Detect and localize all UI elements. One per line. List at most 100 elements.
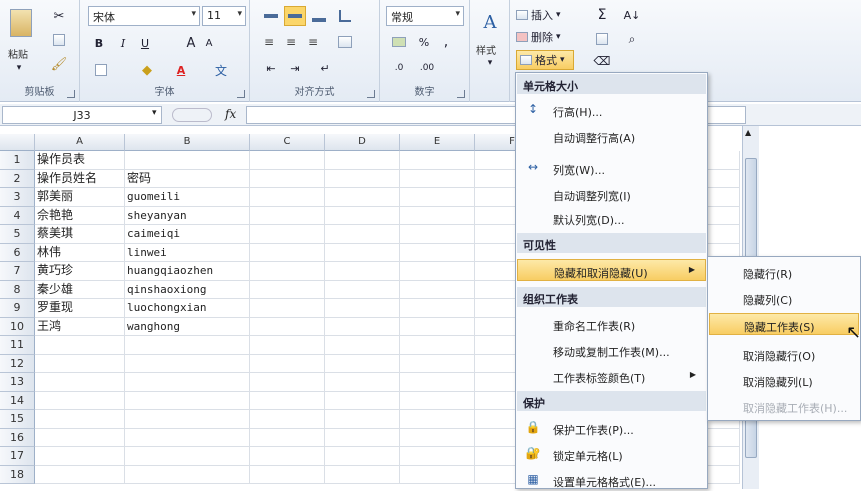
row-header[interactable]: 2 bbox=[0, 169, 35, 188]
menu-item-row-height[interactable]: ↕ 行高(H)... bbox=[517, 99, 706, 121]
cell[interactable] bbox=[400, 169, 475, 188]
increase-decimal-icon[interactable]: .0 bbox=[388, 60, 410, 76]
submenu-item-hide-cols[interactable]: 隐藏列(C) bbox=[709, 287, 859, 309]
format-button[interactable]: 格式 ▾ bbox=[516, 50, 574, 70]
decrease-indent-icon[interactable]: ⇤ bbox=[260, 60, 282, 76]
cell[interactable] bbox=[325, 317, 400, 336]
cell[interactable] bbox=[400, 243, 475, 262]
cell[interactable]: 罗重现 bbox=[35, 299, 125, 318]
align-right-icon[interactable]: ≡ bbox=[304, 34, 322, 50]
select-all-corner[interactable] bbox=[0, 134, 35, 151]
row-header[interactable]: 1 bbox=[0, 151, 35, 170]
phonetic-icon[interactable]: 文 bbox=[212, 62, 230, 78]
cell[interactable] bbox=[35, 447, 125, 466]
decrease-decimal-icon[interactable]: .00 bbox=[416, 60, 438, 76]
cell[interactable] bbox=[400, 373, 475, 392]
format-painter-icon[interactable]: 🖌 bbox=[50, 56, 68, 72]
align-top-icon[interactable] bbox=[262, 8, 280, 24]
cell[interactable] bbox=[325, 354, 400, 373]
cell[interactable]: 黄巧珍 bbox=[35, 262, 125, 281]
percent-button[interactable]: % bbox=[416, 34, 432, 50]
cell[interactable] bbox=[325, 169, 400, 188]
column-header[interactable]: E bbox=[400, 134, 475, 151]
row-header[interactable]: 5 bbox=[0, 225, 35, 244]
row-header[interactable]: 10 bbox=[0, 317, 35, 336]
submenu-item-hide-rows[interactable]: 隐藏行(R) bbox=[709, 261, 859, 283]
menu-item-rename-sheet[interactable]: 重命名工作表(R) bbox=[517, 313, 706, 335]
cell[interactable] bbox=[250, 317, 325, 336]
cut-icon[interactable]: ✂ bbox=[50, 8, 68, 24]
font-size-combo[interactable]: 11 ▾ bbox=[202, 6, 246, 26]
cell[interactable]: 操作员表 bbox=[35, 151, 125, 170]
submenu-item-unhide-cols[interactable]: 取消隐藏列(L) bbox=[709, 369, 859, 391]
clear-icon[interactable]: ⌫ bbox=[592, 52, 612, 70]
align-bottom-icon[interactable] bbox=[310, 8, 328, 24]
orientation-icon[interactable] bbox=[336, 8, 354, 24]
cell[interactable] bbox=[125, 354, 250, 373]
copy-icon[interactable] bbox=[50, 32, 68, 48]
cell[interactable] bbox=[35, 373, 125, 392]
cell[interactable] bbox=[250, 354, 325, 373]
autosum-icon[interactable]: Σ bbox=[592, 6, 612, 24]
cell[interactable] bbox=[125, 336, 250, 355]
cell[interactable] bbox=[35, 428, 125, 447]
cell[interactable]: luochongxian bbox=[125, 299, 250, 318]
cell[interactable] bbox=[400, 336, 475, 355]
cell[interactable] bbox=[400, 465, 475, 484]
cell[interactable] bbox=[400, 151, 475, 170]
submenu-item-hide-sheet[interactable]: 隐藏工作表(S) bbox=[709, 313, 859, 335]
fill-color-icon[interactable]: ◆ bbox=[138, 62, 156, 78]
row-header[interactable]: 11 bbox=[0, 336, 35, 355]
cell[interactable] bbox=[400, 354, 475, 373]
cell[interactable] bbox=[325, 391, 400, 410]
cell[interactable] bbox=[35, 410, 125, 429]
cell[interactable] bbox=[400, 225, 475, 244]
cell[interactable] bbox=[125, 447, 250, 466]
row-header[interactable]: 9 bbox=[0, 299, 35, 318]
font-name-combo[interactable]: 宋体 ▾ bbox=[88, 6, 200, 26]
cell[interactable]: 蔡美琪 bbox=[35, 225, 125, 244]
cell[interactable] bbox=[250, 151, 325, 170]
cell[interactable] bbox=[35, 354, 125, 373]
column-header[interactable]: C bbox=[250, 134, 325, 151]
cell[interactable]: 郭美丽 bbox=[35, 188, 125, 207]
row-header[interactable]: 8 bbox=[0, 280, 35, 299]
align-center-icon[interactable]: ≡ bbox=[282, 34, 300, 50]
cell[interactable]: sheyanyan bbox=[125, 206, 250, 225]
row-header[interactable]: 17 bbox=[0, 447, 35, 466]
cell[interactable] bbox=[400, 299, 475, 318]
paste-dropdown-icon[interactable]: ▾ bbox=[12, 62, 26, 74]
cell[interactable] bbox=[250, 280, 325, 299]
cell[interactable] bbox=[250, 410, 325, 429]
cell[interactable] bbox=[250, 373, 325, 392]
cell[interactable] bbox=[325, 336, 400, 355]
cell[interactable] bbox=[400, 447, 475, 466]
number-launcher-icon[interactable] bbox=[457, 90, 465, 98]
row-header[interactable]: 4 bbox=[0, 206, 35, 225]
cell[interactable] bbox=[400, 280, 475, 299]
row-header[interactable]: 7 bbox=[0, 262, 35, 281]
column-header[interactable]: D bbox=[325, 134, 400, 151]
cell[interactable] bbox=[250, 336, 325, 355]
cell[interactable] bbox=[325, 262, 400, 281]
underline-button[interactable]: U bbox=[138, 34, 152, 52]
menu-item-lock-cell[interactable]: 🔐 锁定单元格(L) bbox=[517, 443, 706, 465]
cell[interactable] bbox=[400, 262, 475, 281]
cell[interactable] bbox=[325, 280, 400, 299]
font-launcher-icon[interactable] bbox=[237, 90, 245, 98]
delete-button[interactable]: 删除 ▾ bbox=[516, 28, 582, 46]
cell[interactable] bbox=[250, 391, 325, 410]
name-box[interactable]: J33 bbox=[2, 106, 162, 124]
menu-item-protect-sheet[interactable]: 🔒 保护工作表(P)... bbox=[517, 417, 706, 439]
cell[interactable] bbox=[325, 373, 400, 392]
cell[interactable]: 林伟 bbox=[35, 243, 125, 262]
styles-dropdown-icon[interactable]: ▾ bbox=[484, 58, 496, 68]
menu-item-autofit-col[interactable]: 自动调整列宽(I) bbox=[517, 183, 706, 205]
bold-button[interactable]: B bbox=[92, 34, 106, 52]
cell[interactable] bbox=[325, 206, 400, 225]
increase-indent-icon[interactable]: ⇥ bbox=[284, 60, 306, 76]
cell[interactable]: wanghong bbox=[125, 317, 250, 336]
chevron-down-icon[interactable]: ▾ bbox=[152, 108, 157, 118]
cell[interactable] bbox=[400, 428, 475, 447]
cell[interactable]: 操作员姓名 bbox=[35, 169, 125, 188]
